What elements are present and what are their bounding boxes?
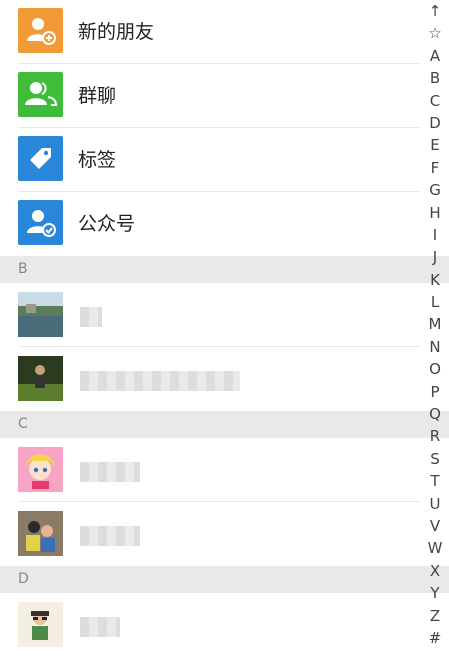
blurred-contact-name [80,371,240,391]
index-letter[interactable]: A [421,45,449,67]
index-letter[interactable]: U [421,493,449,515]
official-account-icon [18,200,63,245]
group-chats-label: 群聊 [78,85,117,107]
index-letter[interactable]: E [421,134,449,156]
tags-label: 标签 [78,149,117,171]
index-letter[interactable]: C [421,90,449,112]
tag-icon [18,136,63,181]
blurred-contact-name [80,617,120,637]
contact-row[interactable] [0,438,420,502]
blurred-contact-name [80,462,140,482]
index-hash[interactable]: # [421,627,449,649]
index-letter[interactable]: Z [421,605,449,627]
section-header-d: D [0,566,449,593]
index-letter[interactable]: M [421,313,449,335]
contact-row[interactable] [0,502,420,566]
index-letter[interactable]: Y [421,582,449,604]
contact-row[interactable] [0,347,420,411]
index-letter[interactable]: I [421,224,449,246]
new-friends-label: 新的朋友 [78,21,155,43]
group-chats-item[interactable]: 群聊 [0,64,420,128]
group-chat-icon [18,72,63,117]
contact-row[interactable] [0,283,420,347]
tags-item[interactable]: 标签 [0,128,420,192]
index-letter[interactable]: J [421,246,449,268]
index-letter[interactable]: T [421,470,449,492]
avatar [18,292,63,337]
avatar [18,447,63,492]
index-letter[interactable]: N [421,336,449,358]
section-header-b: B [0,256,449,283]
index-letter[interactable]: X [421,560,449,582]
new-friends-item[interactable]: 新的朋友 [0,0,420,64]
index-letter[interactable]: K [421,269,449,291]
alphabet-index[interactable]: ↑ ☆ A B C D E F G H I J K L M N O P Q R … [421,0,449,647]
index-letter[interactable]: F [421,157,449,179]
index-up-arrow[interactable]: ↑ [421,0,449,22]
index-letter[interactable]: R [421,425,449,447]
index-letter[interactable]: H [421,202,449,224]
index-letter[interactable]: L [421,291,449,313]
contact-row[interactable] [0,593,420,657]
avatar [18,511,63,556]
index-letter[interactable]: D [421,112,449,134]
blurred-contact-name [80,526,140,546]
index-star[interactable]: ☆ [421,22,449,44]
add-friend-icon [18,8,63,53]
index-letter[interactable]: B [421,67,449,89]
section-header-c: C [0,411,449,438]
index-letter[interactable]: S [421,448,449,470]
official-accounts-label: 公众号 [78,213,136,235]
official-accounts-item[interactable]: 公众号 [0,192,420,256]
index-letter[interactable]: P [421,381,449,403]
avatar [18,356,63,401]
index-letter[interactable]: Q [421,403,449,425]
index-letter[interactable]: O [421,358,449,380]
index-letter[interactable]: W [421,537,449,559]
index-letter[interactable]: V [421,515,449,537]
index-letter[interactable]: G [421,179,449,201]
avatar [18,602,63,647]
contact-list: 新的朋友 群聊 标签 公众号 B C D [0,0,449,657]
blurred-contact-name [80,307,102,327]
